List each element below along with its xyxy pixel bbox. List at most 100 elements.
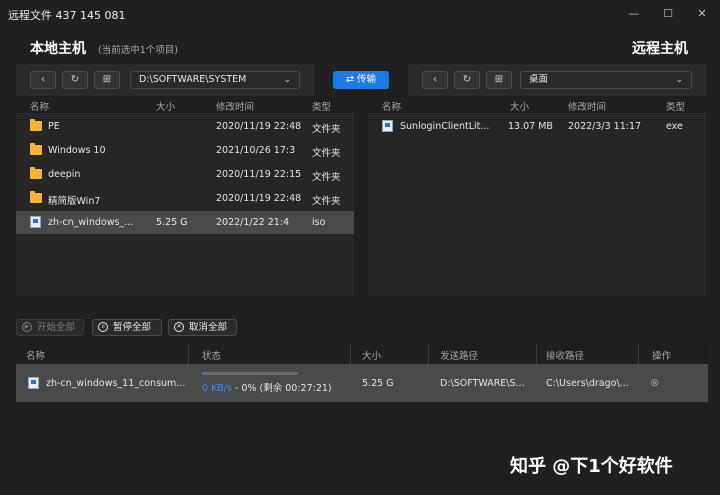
local-refresh-button[interactable]: ↻ <box>62 71 88 89</box>
local-path-select[interactable]: D:\SOFTWARE\SYSTEM ⌄ <box>130 71 300 89</box>
item-modified: 2020/11/19 22:48 <box>216 121 302 132</box>
folder-icon <box>30 191 42 203</box>
column-divider <box>188 344 189 364</box>
transfer-label: 传输 <box>356 74 376 85</box>
column-divider <box>536 344 537 364</box>
item-type: exe <box>666 121 683 132</box>
watermark: 知乎 @下1个好软件 <box>510 456 673 477</box>
cancel-all-button[interactable]: ✕ 取消全部 <box>168 319 237 336</box>
remote-path-select[interactable]: 桌面 ⌄ <box>520 71 692 89</box>
item-type: 文件夹 <box>312 148 341 159</box>
iso-file-icon <box>30 216 41 228</box>
column-divider <box>638 344 639 364</box>
column-modified[interactable]: 修改时间 <box>568 99 606 113</box>
transfer-button[interactable]: ⇄ 传输 <box>333 71 389 89</box>
queue-item-size: 5.25 G <box>362 378 394 389</box>
remote-back-button[interactable]: ‹ <box>422 71 448 89</box>
folder-icon <box>30 119 42 131</box>
queue-row[interactable]: zh-cn_windows_11_consum... 0 KB/s - 0% (… <box>16 364 708 402</box>
item-modified: 2020/11/19 22:48 <box>216 193 302 204</box>
list-item[interactable]: SunloginClientLit... 13.07 MB 2022/3/3 1… <box>368 115 706 138</box>
queue-column-send-path[interactable]: 发送路径 <box>440 348 478 362</box>
list-item[interactable]: deepin 2020/11/19 22:15 文件夹 <box>16 163 354 186</box>
window-title: 远程文件 437 145 081 <box>8 9 126 22</box>
column-divider <box>350 344 351 364</box>
local-path-value: D:\SOFTWARE\SYSTEM <box>139 74 247 85</box>
start-all-button[interactable]: ▶ 开始全部 <box>16 319 84 336</box>
item-name: PE <box>48 121 60 132</box>
exe-file-icon <box>382 120 393 132</box>
column-name[interactable]: 名称 <box>382 99 401 113</box>
queue-item-status: 0 KB/s - 0% (剩余 00:27:21) <box>202 380 332 394</box>
folder-icon <box>30 143 42 155</box>
close-icon[interactable]: ✕ <box>690 4 714 24</box>
queue-item-recv-path: C:\Users\drago\... <box>546 378 629 389</box>
progress-bar <box>202 372 298 375</box>
local-new-folder-button[interactable]: ⊞ <box>94 71 120 89</box>
local-host-title: 本地主机 <box>30 41 86 57</box>
transfer-speed: 0 KB/s <box>202 383 232 394</box>
local-toolbar: ‹ ↻ ⊞ D:\SOFTWARE\SYSTEM ⌄ <box>16 64 314 96</box>
remote-list-header: 名称 大小 修改时间 类型 <box>368 96 706 114</box>
cancel-icon: ✕ <box>174 322 184 332</box>
maximize-icon[interactable]: ☐ <box>656 4 680 24</box>
cancel-transfer-icon[interactable]: ⊗ <box>650 376 659 389</box>
queue-column-size[interactable]: 大小 <box>362 348 381 362</box>
remote-new-folder-button[interactable]: ⊞ <box>486 71 512 89</box>
pause-all-label: 暂停全部 <box>113 322 152 333</box>
new-folder-icon: ⊞ <box>102 74 112 85</box>
remote-host-title: 远程主机 <box>632 41 688 57</box>
transfer-progress-text: - 0% (剩余 00:27:21) <box>231 383 332 394</box>
item-name: Windows 10 <box>48 145 106 156</box>
cancel-all-label: 取消全部 <box>189 322 228 333</box>
iso-file-icon <box>28 377 39 389</box>
column-type[interactable]: 类型 <box>312 99 331 113</box>
column-size[interactable]: 大小 <box>156 99 175 113</box>
queue-header: 名称 状态 大小 发送路径 接收路径 操作 <box>16 344 708 364</box>
start-all-label: 开始全部 <box>37 322 76 333</box>
queue-item-name: zh-cn_windows_11_consum... <box>46 378 186 389</box>
play-icon: ▶ <box>22 322 32 332</box>
column-divider <box>428 344 429 364</box>
queue-column-recv-path[interactable]: 接收路径 <box>546 348 584 362</box>
local-file-list[interactable]: 名称 大小 修改时间 类型 PE 2020/11/19 22:48 文件夹 Wi… <box>16 96 354 296</box>
remote-path-value: 桌面 <box>529 74 549 85</box>
item-modified: 2020/11/19 22:15 <box>216 169 302 180</box>
title-bar: 远程文件 437 145 081 — ☐ ✕ <box>0 0 720 28</box>
item-type: 文件夹 <box>312 124 341 135</box>
list-item[interactable]: Windows 10 2021/10/26 17:3 文件夹 <box>16 139 354 162</box>
progress-fill <box>202 372 204 375</box>
list-item[interactable]: 精简版Win7 2020/11/19 22:48 文件夹 <box>16 187 354 210</box>
chevron-left-icon: ‹ <box>433 74 437 85</box>
item-size: 5.25 G <box>156 217 188 228</box>
column-size[interactable]: 大小 <box>510 99 529 113</box>
column-type[interactable]: 类型 <box>666 99 685 113</box>
item-name: SunloginClientLit... <box>400 121 490 132</box>
pause-all-button[interactable]: ॥ 暂停全部 <box>92 319 162 336</box>
item-type: 文件夹 <box>312 196 341 207</box>
minimize-icon[interactable]: — <box>622 4 646 24</box>
item-name: 精简版Win7 <box>48 196 101 207</box>
queue-column-name[interactable]: 名称 <box>26 348 45 362</box>
folder-icon <box>30 167 42 179</box>
local-selection-count: (当前选中1个项目) <box>98 45 178 56</box>
item-modified: 2022/1/22 21:4 <box>216 217 290 228</box>
list-item[interactable]: PE 2020/11/19 22:48 文件夹 <box>16 115 354 138</box>
column-name[interactable]: 名称 <box>30 99 49 113</box>
remote-refresh-button[interactable]: ↻ <box>454 71 480 89</box>
remote-file-list[interactable]: 名称 大小 修改时间 类型 SunloginClientLit... 13.07… <box>368 96 706 296</box>
item-modified: 2021/10/26 17:3 <box>216 145 296 156</box>
queue-column-actions[interactable]: 操作 <box>652 348 671 362</box>
pause-icon: ॥ <box>98 322 108 332</box>
remote-toolbar: ‹ ↻ ⊞ 桌面 ⌄ <box>408 64 706 96</box>
item-name: zh-cn_windows_... <box>48 217 134 228</box>
chevron-down-icon: ⌄ <box>675 75 683 85</box>
local-back-button[interactable]: ‹ <box>30 71 56 89</box>
column-modified[interactable]: 修改时间 <box>216 99 254 113</box>
item-name: deepin <box>48 169 81 180</box>
queue-column-status[interactable]: 状态 <box>202 348 221 362</box>
chevron-left-icon: ‹ <box>41 74 45 85</box>
item-type: 文件夹 <box>312 172 341 183</box>
transfer-queue: 名称 状态 大小 发送路径 接收路径 操作 zh-cn_windows_11_c… <box>16 344 708 404</box>
list-item-selected[interactable]: zh-cn_windows_... 5.25 G 2022/1/22 21:4 … <box>16 211 354 234</box>
